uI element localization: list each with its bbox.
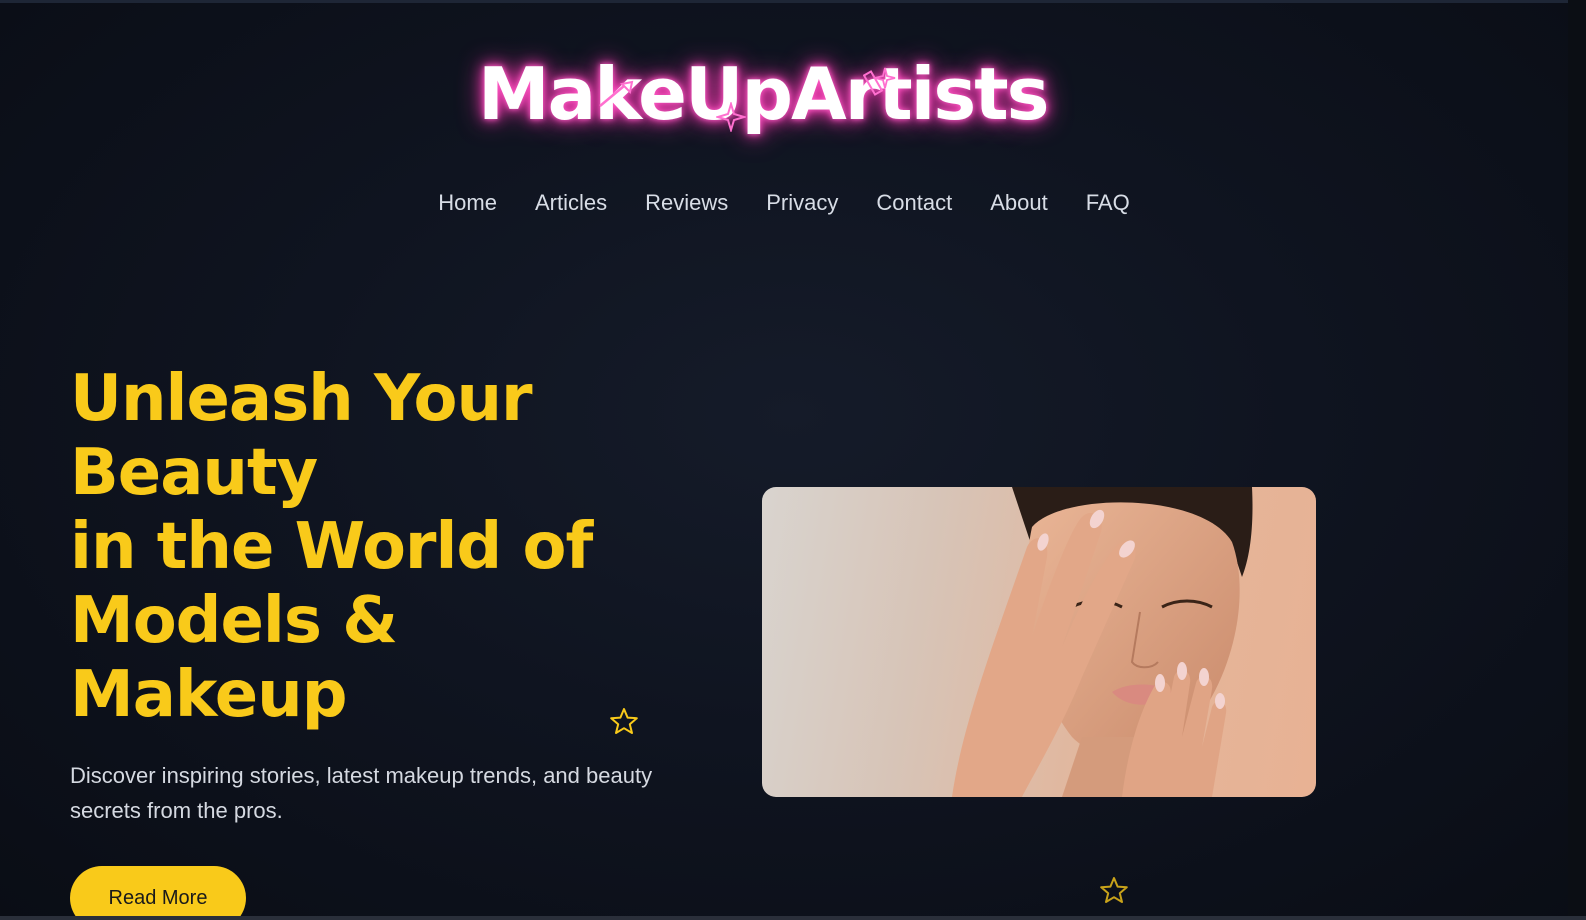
nav-home[interactable]: Home [438, 186, 497, 220]
hero-title: Unleash Your Beauty in the World of Mode… [70, 362, 710, 732]
hero-title-line: in the World of [70, 510, 593, 584]
window-top-edge [0, 0, 1586, 3]
site-logo[interactable]: MakeUpArtists [478, 50, 1049, 145]
hero-description: Discover inspiring stories, latest makeu… [70, 763, 653, 823]
nav-privacy[interactable]: Privacy [766, 186, 838, 220]
logo-text: MakeUpArtists [478, 52, 1049, 136]
sparkle-icon [716, 102, 746, 132]
nav-faq[interactable]: FAQ [1086, 186, 1130, 220]
lipstick-icon [863, 67, 896, 96]
hero-portrait-image [762, 487, 1316, 797]
window-bottom-edge [0, 916, 1586, 920]
nav-contact[interactable]: Contact [876, 186, 952, 220]
star-icon [1100, 877, 1128, 903]
star-icon [610, 708, 638, 734]
makeup-brush-icon [599, 80, 634, 107]
hero-title-line: Models & [70, 584, 398, 658]
nav-reviews[interactable]: Reviews [645, 186, 728, 220]
hero-title-line: Beauty [70, 436, 318, 510]
main-navigation: Home Articles Reviews Privacy Contact Ab… [0, 186, 1568, 220]
read-more-button[interactable]: Read More [70, 866, 246, 920]
hero-title-line: Unleash Your [70, 362, 533, 436]
woman-face-portrait-icon [952, 487, 1253, 797]
nav-articles[interactable]: Articles [535, 186, 607, 220]
page-scrollbar[interactable] [1568, 0, 1586, 920]
nav-about[interactable]: About [990, 186, 1048, 220]
